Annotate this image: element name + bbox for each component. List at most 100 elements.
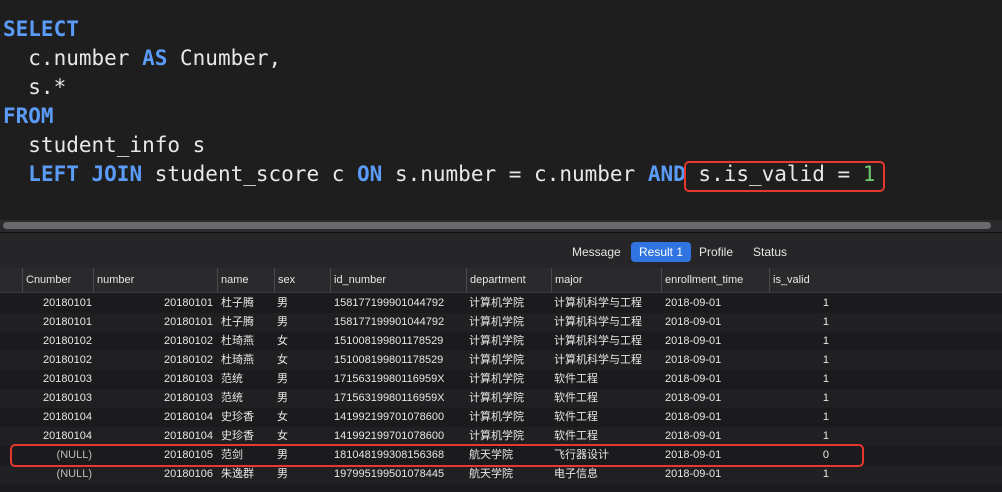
- cell-department[interactable]: 计算机学院: [469, 351, 554, 370]
- cell-cnumber[interactable]: 20180104: [22, 408, 92, 427]
- cell-id-number[interactable]: 151008199801178529: [334, 351, 469, 370]
- table-row[interactable]: 20180104 20180104 史珍香女 141992199701078600 计算…: [0, 408, 1002, 427]
- cell-cnumber[interactable]: 20180102: [22, 351, 92, 370]
- cell-number[interactable]: 20180106: [93, 465, 213, 484]
- cell-name[interactable]: 杜琦燕: [221, 332, 276, 351]
- table-row[interactable]: 20180101 20180101 杜子腾男 158177199901044792 计算…: [0, 313, 1002, 332]
- cell-enrollment-time[interactable]: 2018-09-01: [665, 370, 765, 389]
- cell-cnumber[interactable]: 20180102: [22, 332, 92, 351]
- column-header-major[interactable]: major: [551, 268, 661, 292]
- cell-is-valid[interactable]: 1: [769, 465, 829, 484]
- cell-name[interactable]: 杜琦燕: [221, 351, 276, 370]
- column-header-cnumber[interactable]: Cnumber: [22, 268, 93, 292]
- table-row[interactable]: 20180101 20180101 杜子腾男 158177199901044792 计算…: [0, 294, 1002, 313]
- cell-number[interactable]: 20180101: [93, 294, 213, 313]
- cell-major[interactable]: 计算机科学与工程: [554, 351, 664, 370]
- cell-sex[interactable]: 男: [277, 465, 327, 484]
- cell-is-valid[interactable]: 1: [769, 332, 829, 351]
- cell-sex[interactable]: 男: [277, 294, 327, 313]
- sql-text: student_score c: [142, 162, 358, 186]
- cell-department[interactable]: 航天学院: [469, 465, 554, 484]
- cell-department[interactable]: 计算机学院: [469, 389, 554, 408]
- column-header-is-valid[interactable]: is_valid: [769, 268, 831, 292]
- cell-number[interactable]: 20180102: [93, 332, 213, 351]
- cell-enrollment-time[interactable]: 2018-09-01: [665, 408, 765, 427]
- tab-result-1[interactable]: Result 1: [631, 242, 692, 262]
- cell-name[interactable]: 杜子腾: [221, 313, 276, 332]
- cell-department[interactable]: 计算机学院: [469, 408, 554, 427]
- cell-name[interactable]: 朱逸群: [221, 465, 276, 484]
- cell-is-valid[interactable]: 1: [769, 370, 829, 389]
- cell-sex[interactable]: 男: [277, 313, 327, 332]
- cell-id-number[interactable]: 17156319980116959X: [334, 370, 469, 389]
- cell-major[interactable]: 计算机科学与工程: [554, 313, 664, 332]
- cell-number[interactable]: 20180102: [93, 351, 213, 370]
- column-header-id-number[interactable]: id_number: [330, 268, 466, 292]
- cell-number[interactable]: 20180103: [93, 389, 213, 408]
- cell-name[interactable]: 史珍香: [221, 408, 276, 427]
- cell-major[interactable]: 软件工程: [554, 389, 664, 408]
- cell-cnumber[interactable]: 20180101: [22, 313, 92, 332]
- cell-name[interactable]: 范统: [221, 370, 276, 389]
- cell-major[interactable]: 计算机科学与工程: [554, 332, 664, 351]
- cell-name[interactable]: 杜子腾: [221, 294, 276, 313]
- cell-is-valid[interactable]: 1: [769, 351, 829, 370]
- sql-keyword: FROM: [3, 104, 54, 128]
- cell-number[interactable]: 20180103: [93, 370, 213, 389]
- cell-name[interactable]: 范统: [221, 389, 276, 408]
- column-header-enrollment-time[interactable]: enrollment_time: [661, 268, 769, 292]
- tab-message[interactable]: Message: [564, 242, 629, 262]
- sql-editor[interactable]: SELECT c.number AS Cnumber, s.* FROM stud…: [0, 0, 1002, 220]
- cell-enrollment-time[interactable]: 2018-09-01: [665, 389, 765, 408]
- cell-is-valid[interactable]: 1: [769, 313, 829, 332]
- cell-sex[interactable]: 男: [277, 389, 327, 408]
- cell-enrollment-time[interactable]: 2018-09-01: [665, 332, 765, 351]
- table-row[interactable]: 20180102 20180102 杜琦燕女 151008199801178529 计算…: [0, 332, 1002, 351]
- highlight-condition-box: [684, 161, 885, 192]
- table-row[interactable]: 20180102 20180102 杜琦燕女 151008199801178529 计算…: [0, 351, 1002, 370]
- cell-sex[interactable]: 女: [277, 408, 327, 427]
- cell-sex[interactable]: 女: [277, 332, 327, 351]
- table-row[interactable]: 20180103 20180103 范统男 17156319980116959X 计算机…: [0, 389, 1002, 408]
- cell-major[interactable]: 电子信息: [554, 465, 664, 484]
- cell-cnumber[interactable]: 20180103: [22, 370, 92, 389]
- scrollbar-thumb[interactable]: [3, 222, 991, 229]
- column-header-sex[interactable]: sex: [274, 268, 330, 292]
- cell-id-number[interactable]: 17156319980116959X: [334, 389, 469, 408]
- cell-is-valid[interactable]: 1: [769, 294, 829, 313]
- cell-id-number[interactable]: 151008199801178529: [334, 332, 469, 351]
- cell-is-valid[interactable]: 1: [769, 389, 829, 408]
- cell-major[interactable]: 软件工程: [554, 370, 664, 389]
- cell-id-number[interactable]: 197995199501078445: [334, 465, 469, 484]
- cell-major[interactable]: 软件工程: [554, 408, 664, 427]
- cell-department[interactable]: 计算机学院: [469, 332, 554, 351]
- cell-enrollment-time[interactable]: 2018-09-01: [665, 313, 765, 332]
- cell-id-number[interactable]: 158177199901044792: [334, 294, 469, 313]
- table-row[interactable]: (NULL) 20180106 朱逸群男 197995199501078445 航天学院…: [0, 465, 1002, 484]
- cell-cnumber[interactable]: (NULL): [22, 465, 92, 484]
- cell-enrollment-time[interactable]: 2018-09-01: [665, 351, 765, 370]
- cell-major[interactable]: 计算机科学与工程: [554, 294, 664, 313]
- cell-cnumber[interactable]: 20180103: [22, 389, 92, 408]
- cell-number[interactable]: 20180104: [93, 408, 213, 427]
- cell-department[interactable]: 计算机学院: [469, 294, 554, 313]
- cell-department[interactable]: 计算机学院: [469, 313, 554, 332]
- table-row[interactable]: 20180103 20180103 范统男 17156319980116959X 计算机…: [0, 370, 1002, 389]
- cell-enrollment-time[interactable]: 2018-09-01: [665, 465, 765, 484]
- tab-status[interactable]: Status: [745, 242, 795, 262]
- cell-sex[interactable]: 女: [277, 351, 327, 370]
- cell-cnumber[interactable]: 20180101: [22, 294, 92, 313]
- editor-horizontal-scrollbar[interactable]: [0, 220, 1002, 232]
- cell-is-valid[interactable]: 1: [769, 408, 829, 427]
- sql-line: student_info s: [3, 131, 875, 160]
- cell-department[interactable]: 计算机学院: [469, 370, 554, 389]
- column-header-number[interactable]: number: [93, 268, 217, 292]
- column-header-department[interactable]: department: [466, 268, 551, 292]
- tab-profile[interactable]: Profile: [691, 242, 741, 262]
- cell-id-number[interactable]: 158177199901044792: [334, 313, 469, 332]
- column-header-name[interactable]: name: [217, 268, 274, 292]
- cell-enrollment-time[interactable]: 2018-09-01: [665, 294, 765, 313]
- cell-number[interactable]: 20180101: [93, 313, 213, 332]
- cell-sex[interactable]: 男: [277, 370, 327, 389]
- cell-id-number[interactable]: 141992199701078600: [334, 408, 469, 427]
